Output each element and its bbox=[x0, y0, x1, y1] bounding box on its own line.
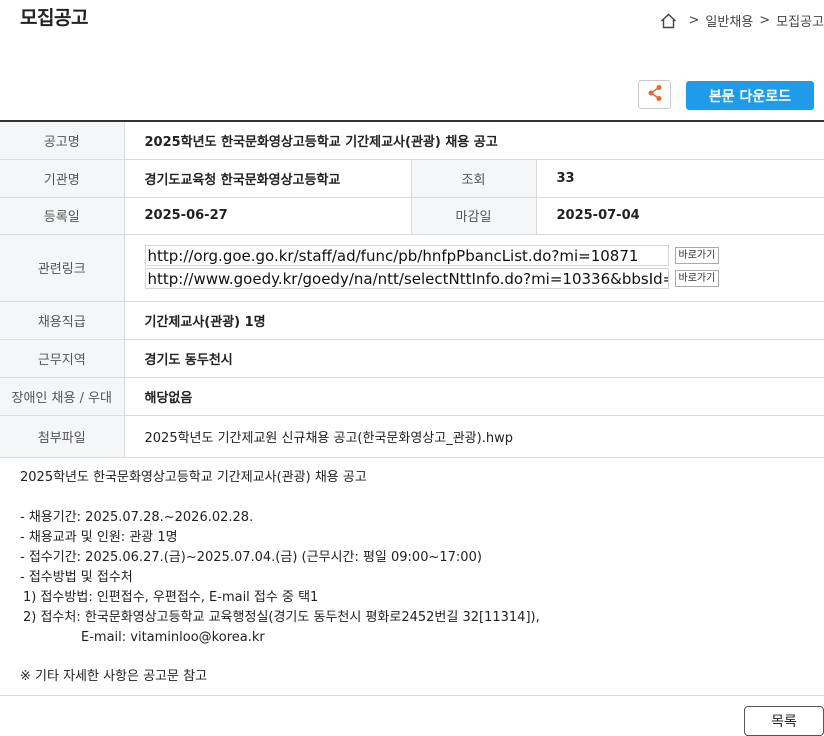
reg-date-value: 2025-06-27 bbox=[124, 197, 411, 235]
deadline-value: 2025-07-04 bbox=[536, 197, 824, 235]
region-value: 경기도 동두천시 bbox=[124, 339, 824, 378]
attachment-label: 첨부파일 bbox=[0, 415, 125, 458]
page-title: 모집공고 bbox=[20, 7, 88, 29]
body-line: - 접수기간: 2025.06.27.(금)~2025.07.04.(금) (근… bbox=[20, 550, 482, 565]
link-row: http://www.goedy.kr/goedy/na/ntt/selectN… bbox=[144, 267, 824, 289]
body-line: 1) 접수방법: 인편접수, 우편접수, E-mail 접수 중 택1 bbox=[23, 590, 319, 605]
breadcrumb-item-recruit[interactable]: 일반채용 bbox=[705, 11, 753, 30]
share-icon bbox=[647, 84, 663, 106]
links-cell: http://org.goe.go.kr/staff/ad/func/pb/hn… bbox=[124, 234, 824, 302]
body-line: - 채용기간: 2025.07.28.~2026.02.28. bbox=[20, 510, 254, 525]
breadcrumb-item-notice[interactable]: 모집공고 bbox=[776, 11, 824, 30]
go-button[interactable]: 바로가기 bbox=[674, 269, 720, 287]
link-url-field[interactable]: http://www.goedy.kr/goedy/na/ntt/selectN… bbox=[144, 267, 669, 289]
position-label: 채용직급 bbox=[0, 301, 125, 340]
region-label: 근무지역 bbox=[0, 339, 125, 378]
info-table: 공고명 2025학년도 한국문화영상고등학교 기간제교사(관광) 채용 공고 기… bbox=[0, 120, 824, 458]
body-line: - 채용교과 및 인원: 관광 1명 bbox=[20, 530, 178, 545]
breadcrumb-separator: > bbox=[759, 13, 771, 28]
body-line: 2025학년도 한국문화영상고등학교 기간제교사(관광) 채용 공고 bbox=[20, 470, 367, 485]
disability-label: 장애인 채용 / 우대 bbox=[0, 377, 125, 416]
position-value: 기간제교사(관광) 1명 bbox=[124, 301, 824, 340]
links-label: 관련링크 bbox=[0, 234, 125, 302]
org-label: 기관명 bbox=[0, 159, 125, 198]
share-button[interactable] bbox=[638, 80, 671, 109]
body-line: E-mail: vitaminloo@korea.kr bbox=[81, 630, 265, 645]
body-line: ※ 기타 자세한 사항은 공고문 참고 bbox=[20, 669, 208, 684]
body-line: - 접수방법 및 접수처 bbox=[20, 570, 133, 585]
views-label: 조회 bbox=[410, 159, 537, 198]
attachment-link[interactable]: 2025학년도 기간제교원 신규채용 공고(한국문화영상고_관광).hwp bbox=[124, 415, 824, 458]
link-row: http://org.goe.go.kr/staff/ad/func/pb/hn… bbox=[144, 244, 824, 266]
home-icon[interactable] bbox=[660, 13, 677, 29]
body-line: 2) 접수처: 한국문화영상고등학교 교육행정실(경기도 동두천시 평화로245… bbox=[23, 610, 540, 625]
views-value: 33 bbox=[536, 159, 824, 198]
list-button[interactable]: 목록 bbox=[744, 706, 824, 736]
breadcrumb-separator: > bbox=[688, 13, 700, 28]
notice-body: 2025학년도 한국문화영상고등학교 기간제교사(관광) 채용 공고 - 채용기… bbox=[0, 459, 824, 696]
title-value: 2025학년도 한국문화영상고등학교 기간제교사(관광) 채용 공고 bbox=[124, 121, 824, 160]
reg-date-label: 등록일 bbox=[0, 197, 125, 235]
link-url-field[interactable]: http://org.goe.go.kr/staff/ad/func/pb/hn… bbox=[144, 244, 669, 266]
title-label: 공고명 bbox=[0, 121, 125, 160]
breadcrumb: > 일반채용 > 모집공고 bbox=[660, 11, 824, 30]
disability-value: 해당없음 bbox=[124, 377, 824, 416]
deadline-label: 마감일 bbox=[410, 197, 537, 235]
org-value: 경기도교육청 한국문화영상고등학교 bbox=[124, 159, 411, 198]
go-button[interactable]: 바로가기 bbox=[674, 246, 720, 264]
download-body-button[interactable]: 본문 다운로드 bbox=[686, 81, 814, 110]
